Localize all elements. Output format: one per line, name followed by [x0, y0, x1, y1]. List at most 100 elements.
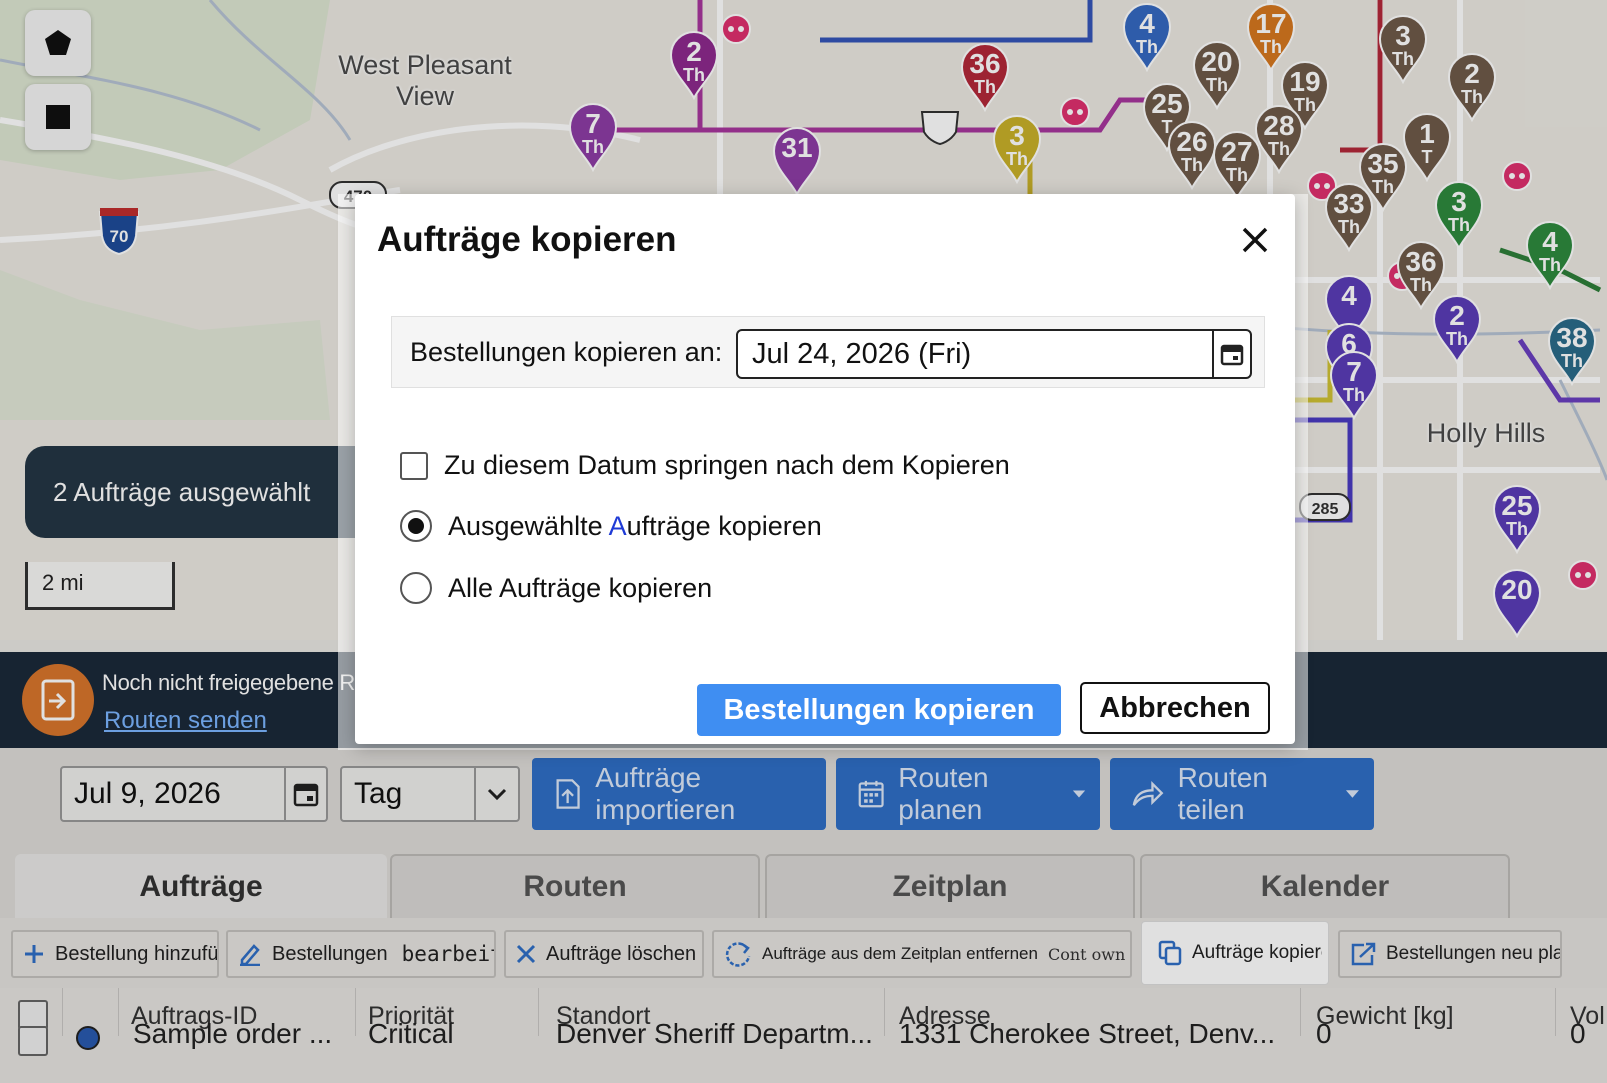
caret-down-icon: [1346, 790, 1360, 798]
plan-routes-button[interactable]: Routen planen: [836, 758, 1100, 830]
cell-order-id: Sample order ...: [133, 1018, 333, 1049]
add-order-label: Bestellung hinzufügen: [55, 942, 219, 965]
edit-orders-button[interactable]: Bestellungen bearbeiten: [226, 930, 496, 978]
tab-calendar[interactable]: Kalender: [1140, 854, 1510, 918]
map-marker[interactable]: 7 Th: [566, 100, 620, 172]
close-x-icon: [516, 944, 536, 964]
order-actions-bar: Bestellung hinzufügen Bestellungen bearb…: [0, 918, 1607, 988]
shield-285-text: 285: [1312, 501, 1339, 518]
delete-orders-button[interactable]: Aufträge löschen: [504, 930, 704, 978]
calendar-icon[interactable]: [1212, 331, 1250, 377]
map-marker-day: Th: [1260, 37, 1282, 57]
reschedule-arrow-icon: [1351, 942, 1376, 966]
map-marker[interactable]: 25 Th: [1490, 482, 1544, 554]
date-picker-value: Jul 9, 2026: [74, 777, 221, 810]
copy-date-value: Jul 24, 2026 (Fri): [752, 337, 972, 370]
unschedule-orders-button[interactable]: Aufträge aus dem Zeitplan entfernen Cont…: [712, 930, 1132, 978]
draw-polygon-button[interactable]: [25, 10, 91, 76]
calendar-icon[interactable]: [284, 768, 326, 820]
send-routes-icon: [22, 664, 94, 736]
share-routes-button[interactable]: Routen teilen: [1110, 758, 1374, 830]
tab-schedule[interactable]: Zeitplan: [765, 854, 1135, 918]
map-marker[interactable]: 4 Th: [1523, 218, 1577, 290]
map-marker-number: 36: [1405, 246, 1437, 277]
map-marker-day: Th: [1448, 215, 1470, 235]
map-marker-number: 25: [1151, 88, 1183, 119]
add-order-button[interactable]: Bestellung hinzufügen: [11, 930, 219, 978]
map-marker-day: Th: [1539, 255, 1561, 275]
close-icon[interactable]: [1235, 220, 1275, 260]
copy-date-panel: Bestellungen kopieren an: Jul 24, 2026 (…: [391, 316, 1265, 388]
map-marker[interactable]: 33 Th: [1322, 180, 1376, 252]
copy-all-option[interactable]: Alle Aufträge kopieren: [400, 572, 712, 604]
map-scale: 2 mi: [25, 562, 175, 610]
map-marker[interactable]: 20 Th: [1190, 38, 1244, 110]
map-marker-day: Th: [1506, 519, 1528, 539]
view-tabs: Aufträge Routen Zeitplan Kalender: [0, 846, 1607, 918]
map-marker[interactable]: 38 Th: [1545, 314, 1599, 386]
cancel-button[interactable]: Abbrechen: [1080, 682, 1270, 734]
map-marker[interactable]: 7 Th: [1327, 348, 1381, 420]
map-marker-number: 2: [1464, 58, 1480, 89]
map-marker[interactable]: 31: [770, 124, 824, 196]
main-toolbar: Jul 9, 2026 Tag Aufträge importieren Rou…: [0, 748, 1607, 846]
send-routes-link[interactable]: Routen senden: [104, 707, 267, 735]
map-marker[interactable]: 36 Th: [958, 40, 1012, 112]
tab-orders[interactable]: Aufträge: [15, 854, 387, 918]
map-marker-number: 2: [1449, 300, 1465, 331]
copy-orders-button[interactable]: Aufträge kopieren: [1142, 922, 1328, 984]
view-select-value: Tag: [354, 777, 403, 810]
map-marker[interactable]: 4 Th: [1120, 0, 1174, 72]
selection-count-pill: 2 Aufträge ausgewählt: [25, 446, 385, 538]
map-marker-number: 28: [1263, 110, 1295, 141]
map-marker-number: 19: [1289, 66, 1321, 97]
date-picker[interactable]: Jul 9, 2026: [60, 766, 328, 822]
map-marker-number: 17: [1255, 8, 1287, 39]
edit-orders-label-b: bearbeiten: [401, 942, 494, 966]
cell-address: 1331 Cherokee Street, Denv...: [899, 1018, 1276, 1049]
draw-rectangle-button[interactable]: [25, 84, 91, 150]
map-marker-day: Th: [974, 77, 996, 97]
map-marker-number: 20: [1201, 46, 1233, 77]
orders-table: Auftrags-ID Priorität Standort Adresse G…: [0, 988, 1607, 1083]
map-marker-number: 4: [1542, 226, 1558, 257]
copy-selected-radio[interactable]: [400, 510, 432, 542]
map-marker-day: Th: [582, 137, 604, 157]
delete-orders-label: Aufträge löschen: [546, 942, 697, 965]
cell-location: Denver Sheriff Departm...: [556, 1018, 873, 1049]
map-marker-number: 25: [1501, 490, 1533, 521]
row-checkbox[interactable]: [18, 1026, 48, 1056]
tab-routes[interactable]: Routen: [390, 854, 760, 918]
replan-orders-button[interactable]: Bestellungen neu planen: [1338, 930, 1562, 978]
map-marker[interactable]: 20: [1490, 566, 1544, 638]
map-marker[interactable]: 28 Th: [1252, 102, 1306, 174]
confirm-copy-button[interactable]: Bestellungen kopieren: [697, 684, 1061, 736]
map-label-holly-hills: Holly Hills: [1426, 418, 1546, 448]
map-marker[interactable]: 2 Th: [1430, 292, 1484, 364]
map-marker[interactable]: 3 Th: [1376, 12, 1430, 84]
shield-70-text: 70: [110, 227, 129, 246]
copy-date-input[interactable]: Jul 24, 2026 (Fri): [736, 329, 1252, 379]
map-marker-number: 4: [1341, 280, 1357, 311]
import-orders-button[interactable]: Aufträge importieren: [532, 758, 826, 830]
caret-down-icon: [1072, 790, 1086, 798]
copy-selected-option[interactable]: Ausgewählte Aufträge kopieren: [400, 510, 822, 542]
map-marker-number: 3: [1009, 120, 1025, 151]
jump-to-date-option[interactable]: Zu diesem Datum springen nach dem Kopier…: [400, 450, 1010, 481]
map-marker-number: 35: [1367, 148, 1399, 179]
col-header-weight[interactable]: Gewicht [kg]: [1316, 1002, 1454, 1031]
copy-date-label: Bestellungen kopieren an:: [410, 337, 723, 367]
view-select[interactable]: Tag: [340, 766, 520, 822]
map-marker[interactable]: 3 Th: [990, 112, 1044, 184]
map-marker-day: Th: [1268, 139, 1290, 159]
status-dot: [76, 1026, 100, 1050]
map-marker-day: Th: [1392, 49, 1414, 69]
map-marker-number: 3: [1451, 186, 1467, 217]
copy-orders-dialog: Aufträge kopieren Bestellungen kopieren …: [355, 194, 1295, 744]
map-label-west-pleasant-view: West Pleasant View: [338, 50, 512, 112]
map-marker[interactable]: 2 Th: [667, 28, 721, 100]
copy-orders-label: Aufträge kopieren: [1192, 942, 1328, 963]
copy-all-radio[interactable]: [400, 572, 432, 604]
plan-routes-label: Routen planen: [898, 762, 989, 825]
jump-to-date-checkbox[interactable]: [400, 451, 428, 480]
